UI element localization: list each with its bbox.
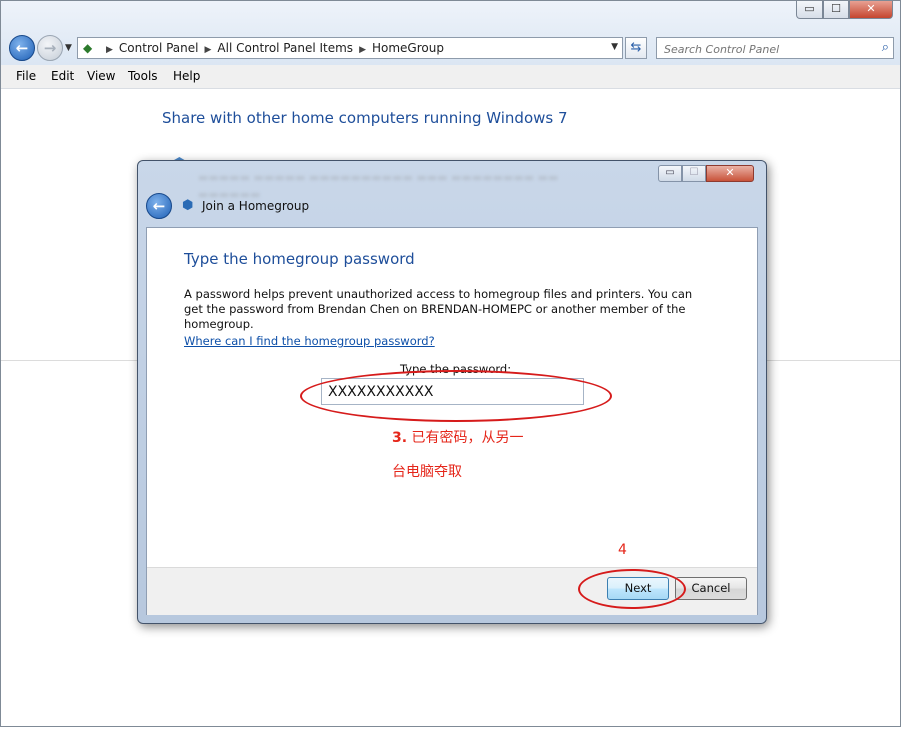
menu-file[interactable]: File (16, 69, 36, 83)
close-button[interactable]: ✕ (849, 1, 893, 19)
menu-bar: File Edit View Tools Help (1, 65, 900, 89)
search-icon[interactable]: ⌕ (882, 40, 889, 55)
step3-annotation: 3. 已有密码，从另一台电脑夺取 (392, 421, 572, 489)
page-heading: Share with other home computers running … (162, 109, 568, 127)
breadcrumb-homegroup[interactable]: HomeGroup (372, 41, 444, 55)
forward-arrow-icon: → (43, 39, 57, 57)
refresh-icon[interactable]: ⇆ (625, 37, 647, 59)
address-dropdown-icon[interactable]: ▼ (611, 42, 618, 52)
password-field[interactable] (321, 378, 584, 405)
breadcrumb-separator-icon[interactable]: ▶ (359, 45, 366, 55)
menu-tools[interactable]: Tools (128, 69, 158, 83)
password-label: Type the password: (400, 362, 512, 376)
dialog-title: Join a Homegroup (202, 199, 310, 213)
breadcrumb: ▶ Control Panel ▶ All Control Panel Items ▶ H… (100, 41, 444, 55)
recent-pages-dropdown-icon[interactable]: ▼ (65, 43, 72, 53)
help-link[interactable]: Where can I find the homegroup password? (184, 334, 435, 348)
search-box[interactable]: ⌕ (656, 37, 894, 59)
dialog-maximize-button: ☐ (682, 165, 706, 182)
homegroup-icon: ⬢ (182, 198, 194, 213)
dialog-description: A password helps prevent unauthorized ac… (184, 287, 693, 331)
step3-text-line1: 已有密码，从另一 (411, 430, 524, 446)
dialog-back-button[interactable]: ← (146, 193, 172, 219)
forward-button[interactable]: → (37, 35, 63, 61)
breadcrumb-all-items[interactable]: All Control Panel Items (217, 41, 353, 55)
address-bar[interactable]: ◆ ▶ Control Panel ▶ All Control Panel Items… (77, 37, 623, 59)
step3-number: 3. (392, 430, 408, 446)
menu-edit[interactable]: Edit (51, 69, 74, 83)
cancel-button[interactable]: Cancel (675, 577, 747, 600)
join-homegroup-dialog: ▬▬▬▬▬ ▬▬▬▬▬ ▬▬▬▬▬▬▬▬▬▬ ▬▬▬ ▬▬▬▬▬▬▬▬ ▬▬ ▬… (137, 160, 767, 624)
breadcrumb-control-panel[interactable]: Control Panel (119, 41, 199, 55)
dialog-footer: Next Cancel (147, 567, 757, 615)
step3-text-line2: 台电脑夺取 (392, 464, 462, 480)
menu-help[interactable]: Help (173, 69, 200, 83)
dialog-heading: Type the homegroup password (184, 250, 415, 268)
back-button[interactable]: ← (9, 35, 35, 61)
control-panel-icon: ◆ (83, 41, 93, 55)
dialog-minimize-button[interactable]: ▭ (658, 165, 682, 182)
dialog-content: Type the homegroup password A password h… (146, 227, 758, 615)
menu-view[interactable]: View (87, 69, 115, 83)
back-arrow-icon: ← (15, 39, 29, 57)
breadcrumb-separator-icon[interactable]: ▶ (106, 45, 113, 55)
step4-annotation: 4 (618, 542, 627, 558)
search-input[interactable] (662, 39, 866, 59)
maximize-button[interactable]: ☐ (823, 1, 849, 19)
minimize-button[interactable]: ▭ (796, 1, 823, 19)
next-button[interactable]: Next (607, 577, 669, 600)
window-chrome: ▭ ☐ ✕ ← → ▼ ◆ ▶ Control Panel ▶ All Control… (1, 1, 900, 65)
breadcrumb-separator-icon[interactable]: ▶ (205, 45, 212, 55)
dialog-close-button[interactable]: ✕ (706, 165, 754, 182)
